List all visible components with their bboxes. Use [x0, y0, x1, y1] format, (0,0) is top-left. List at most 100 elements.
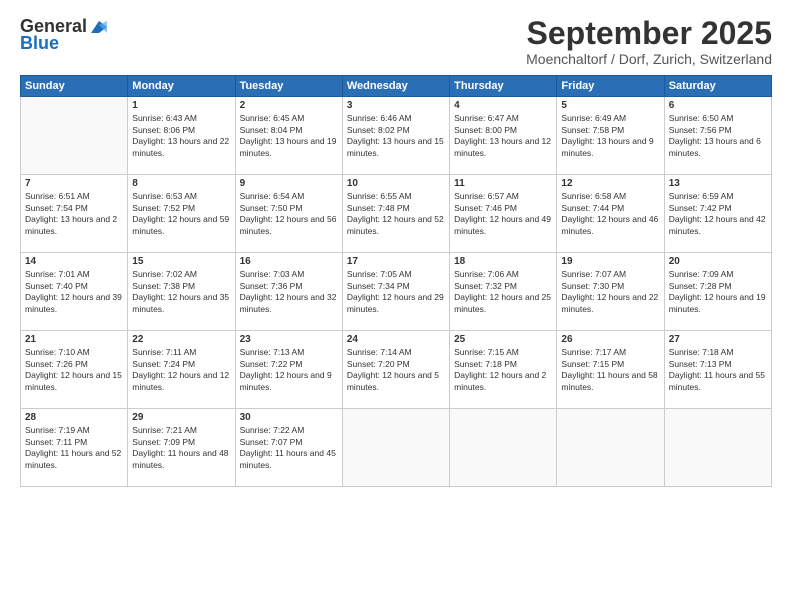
- day-number: 19: [561, 256, 659, 267]
- day-cell: 27 Sunrise: 7:18 AMSunset: 7:13 PMDayligh…: [664, 331, 771, 409]
- day-number: 21: [25, 334, 123, 345]
- day-detail: Sunrise: 7:11 AMSunset: 7:24 PMDaylight:…: [132, 347, 230, 393]
- col-tuesday: Tuesday: [235, 76, 342, 97]
- day-detail: Sunrise: 7:06 AMSunset: 7:32 PMDaylight:…: [454, 269, 552, 315]
- day-detail: Sunrise: 7:03 AMSunset: 7:36 PMDaylight:…: [240, 269, 338, 315]
- day-number: 13: [669, 178, 767, 189]
- day-number: 27: [669, 334, 767, 345]
- day-detail: Sunrise: 7:01 AMSunset: 7:40 PMDaylight:…: [25, 269, 123, 315]
- col-wednesday: Wednesday: [342, 76, 449, 97]
- header: General Blue September 2025 Moenchaltorf…: [20, 16, 772, 67]
- day-detail: Sunrise: 7:02 AMSunset: 7:38 PMDaylight:…: [132, 269, 230, 315]
- location: Moenchaltorf / Dorf, Zurich, Switzerland: [526, 51, 772, 67]
- day-number: 12: [561, 178, 659, 189]
- day-number: 26: [561, 334, 659, 345]
- day-cell: 1Sunrise: 6:43 AMSunset: 8:06 PMDaylight…: [128, 97, 235, 175]
- day-number: 28: [25, 412, 123, 423]
- day-number: 11: [454, 178, 552, 189]
- day-cell: 4 Sunrise: 6:47 AMSunset: 8:00 PMDaylight…: [450, 97, 557, 175]
- day-detail: Sunrise: 6:49 AMSunset: 7:58 PMDaylight:…: [561, 113, 659, 159]
- day-detail: Sunrise: 6:57 AMSunset: 7:46 PMDaylight:…: [454, 191, 552, 237]
- day-detail: Sunrise: 6:50 AMSunset: 7:56 PMDaylight:…: [669, 113, 767, 159]
- day-cell: 22 Sunrise: 7:11 AMSunset: 7:24 PMDayligh…: [128, 331, 235, 409]
- week-row-2: 14 Sunrise: 7:01 AMSunset: 7:40 PMDayligh…: [21, 253, 772, 331]
- day-number: 2: [240, 100, 338, 111]
- day-number: 17: [347, 256, 445, 267]
- day-number: 18: [454, 256, 552, 267]
- day-number: 23: [240, 334, 338, 345]
- day-number: 9: [240, 178, 338, 189]
- day-cell: 15 Sunrise: 7:02 AMSunset: 7:38 PMDayligh…: [128, 253, 235, 331]
- day-detail: Sunrise: 6:46 AMSunset: 8:02 PMDaylight:…: [347, 113, 445, 159]
- day-cell: 29Sunrise: 7:21 AMSunset: 7:09 PMDayligh…: [128, 409, 235, 487]
- day-number: 5: [561, 100, 659, 111]
- day-cell: 20Sunrise: 7:09 AMSunset: 7:28 PMDayligh…: [664, 253, 771, 331]
- title-block: September 2025 Moenchaltorf / Dorf, Zuri…: [526, 16, 772, 67]
- day-cell: [664, 409, 771, 487]
- day-cell: 7 Sunrise: 6:51 AMSunset: 7:54 PMDaylight…: [21, 175, 128, 253]
- day-detail: Sunrise: 6:45 AMSunset: 8:04 PMDaylight:…: [240, 113, 338, 159]
- day-detail: Sunrise: 7:07 AMSunset: 7:30 PMDaylight:…: [561, 269, 659, 315]
- week-row-3: 21 Sunrise: 7:10 AMSunset: 7:26 PMDayligh…: [21, 331, 772, 409]
- day-detail: Sunrise: 6:47 AMSunset: 8:00 PMDaylight:…: [454, 113, 552, 159]
- day-number: 25: [454, 334, 552, 345]
- day-cell: 19 Sunrise: 7:07 AMSunset: 7:30 PMDayligh…: [557, 253, 664, 331]
- day-cell: 6Sunrise: 6:50 AMSunset: 7:56 PMDaylight…: [664, 97, 771, 175]
- day-cell: 30Sunrise: 7:22 AMSunset: 7:07 PMDayligh…: [235, 409, 342, 487]
- day-detail: Sunrise: 6:55 AMSunset: 7:48 PMDaylight:…: [347, 191, 445, 237]
- day-cell: [342, 409, 449, 487]
- day-detail: Sunrise: 7:17 AMSunset: 7:15 PMDaylight:…: [561, 347, 659, 393]
- day-number: 3: [347, 100, 445, 111]
- day-cell: 2 Sunrise: 6:45 AMSunset: 8:04 PMDaylight…: [235, 97, 342, 175]
- logo: General Blue: [20, 16, 109, 54]
- day-number: 14: [25, 256, 123, 267]
- day-number: 29: [132, 412, 230, 423]
- day-cell: 17 Sunrise: 7:05 AMSunset: 7:34 PMDayligh…: [342, 253, 449, 331]
- day-cell: 5 Sunrise: 6:49 AMSunset: 7:58 PMDaylight…: [557, 97, 664, 175]
- day-number: 20: [669, 256, 767, 267]
- day-detail: Sunrise: 7:19 AMSunset: 7:11 PMDaylight:…: [25, 425, 123, 471]
- week-row-4: 28 Sunrise: 7:19 AMSunset: 7:11 PMDayligh…: [21, 409, 772, 487]
- day-number: 15: [132, 256, 230, 267]
- logo-icon: [89, 19, 109, 35]
- logo-blue: Blue: [20, 33, 59, 54]
- day-number: 10: [347, 178, 445, 189]
- day-detail: Sunrise: 7:05 AMSunset: 7:34 PMDaylight:…: [347, 269, 445, 315]
- day-cell: 9 Sunrise: 6:54 AMSunset: 7:50 PMDaylight…: [235, 175, 342, 253]
- week-row-0: 1Sunrise: 6:43 AMSunset: 8:06 PMDaylight…: [21, 97, 772, 175]
- day-cell: 21 Sunrise: 7:10 AMSunset: 7:26 PMDayligh…: [21, 331, 128, 409]
- col-friday: Friday: [557, 76, 664, 97]
- day-detail: Sunrise: 7:22 AMSunset: 7:07 PMDaylight:…: [240, 425, 338, 471]
- day-cell: 11 Sunrise: 6:57 AMSunset: 7:46 PMDayligh…: [450, 175, 557, 253]
- day-cell: [21, 97, 128, 175]
- day-detail: Sunrise: 7:14 AMSunset: 7:20 PMDaylight:…: [347, 347, 445, 393]
- col-monday: Monday: [128, 76, 235, 97]
- day-cell: [557, 409, 664, 487]
- day-cell: 10 Sunrise: 6:55 AMSunset: 7:48 PMDayligh…: [342, 175, 449, 253]
- day-cell: [450, 409, 557, 487]
- day-cell: 14 Sunrise: 7:01 AMSunset: 7:40 PMDayligh…: [21, 253, 128, 331]
- day-cell: 25Sunrise: 7:15 AMSunset: 7:18 PMDayligh…: [450, 331, 557, 409]
- day-cell: 23 Sunrise: 7:13 AMSunset: 7:22 PMDayligh…: [235, 331, 342, 409]
- day-detail: Sunrise: 6:54 AMSunset: 7:50 PMDaylight:…: [240, 191, 338, 237]
- col-saturday: Saturday: [664, 76, 771, 97]
- day-cell: 13Sunrise: 6:59 AMSunset: 7:42 PMDayligh…: [664, 175, 771, 253]
- day-cell: 16Sunrise: 7:03 AMSunset: 7:36 PMDayligh…: [235, 253, 342, 331]
- day-detail: Sunrise: 7:13 AMSunset: 7:22 PMDaylight:…: [240, 347, 338, 393]
- day-cell: 26 Sunrise: 7:17 AMSunset: 7:15 PMDayligh…: [557, 331, 664, 409]
- day-cell: 12Sunrise: 6:58 AMSunset: 7:44 PMDayligh…: [557, 175, 664, 253]
- day-number: 22: [132, 334, 230, 345]
- day-detail: Sunrise: 7:10 AMSunset: 7:26 PMDaylight:…: [25, 347, 123, 393]
- day-detail: Sunrise: 6:51 AMSunset: 7:54 PMDaylight:…: [25, 191, 123, 237]
- day-number: 8: [132, 178, 230, 189]
- day-number: 4: [454, 100, 552, 111]
- col-thursday: Thursday: [450, 76, 557, 97]
- calendar-table: Sunday Monday Tuesday Wednesday Thursday…: [20, 75, 772, 487]
- day-detail: Sunrise: 7:18 AMSunset: 7:13 PMDaylight:…: [669, 347, 767, 393]
- day-number: 24: [347, 334, 445, 345]
- day-number: 7: [25, 178, 123, 189]
- page: General Blue September 2025 Moenchaltorf…: [0, 0, 792, 612]
- month-title: September 2025: [526, 16, 772, 51]
- week-row-1: 7 Sunrise: 6:51 AMSunset: 7:54 PMDaylight…: [21, 175, 772, 253]
- day-cell: 18 Sunrise: 7:06 AMSunset: 7:32 PMDayligh…: [450, 253, 557, 331]
